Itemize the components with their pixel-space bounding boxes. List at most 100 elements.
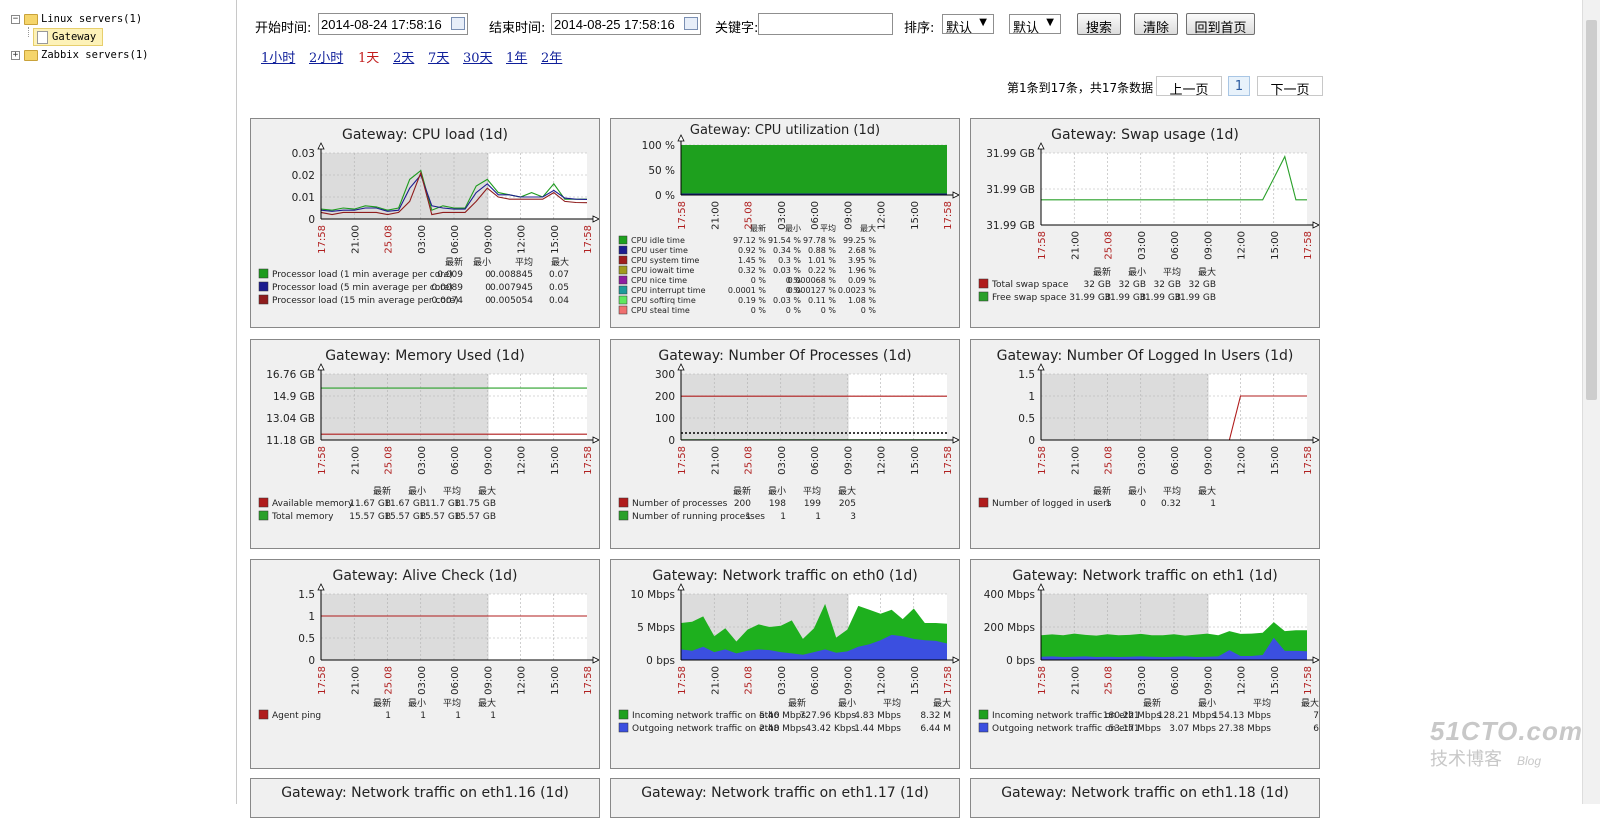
period-link-1d[interactable]: 1天 <box>358 47 379 66</box>
graph-panel-eth1-16[interactable]: Gateway: Network traffic on eth1.16 (1d) <box>250 778 600 818</box>
x-tick-label: 03:00 <box>777 446 788 475</box>
x-tick-label: 12:00 <box>517 446 528 475</box>
x-tick-label: 21:00 <box>1070 446 1081 475</box>
graph-panel[interactable]: Gateway: Number Of Logged In Users (1d) 1… <box>970 339 1320 549</box>
legend-swatch <box>978 497 989 508</box>
end-time-value: 2014-08-25 17:58:16 <box>554 17 675 32</box>
x-tick-label: 25.08 <box>1104 446 1115 475</box>
tree-label: Gateway <box>52 31 97 43</box>
x-tick-label: 03:00 <box>777 666 788 695</box>
scrollbar[interactable] <box>1582 0 1600 804</box>
graph-panel[interactable]: Gateway: CPU utilization (1d) 100 % 50 % 0 … <box>610 118 960 328</box>
x-tick-label: 12:00 <box>1237 231 1248 260</box>
axis-arrow <box>677 583 685 591</box>
x-tick-label: 17:58 <box>677 201 688 230</box>
x-tick-label: 15:00 <box>910 446 921 475</box>
x-tick-label: 03:00 <box>417 446 428 475</box>
x-tick-label: 17:58 <box>943 666 954 695</box>
start-time-input[interactable]: 2014-08-24 17:58:16 <box>318 13 468 35</box>
end-time-input[interactable]: 2014-08-25 17:58:16 <box>551 13 701 35</box>
axis-arrow <box>317 363 325 371</box>
graph-panel[interactable]: Gateway: Swap usage (1d) 31.99 GB 31.99 GB… <box>970 118 1320 328</box>
x-tick-label: 17:58 <box>583 666 594 695</box>
keyword-input[interactable] <box>758 13 893 35</box>
next-page-button[interactable]: 下一页 <box>1257 76 1323 98</box>
legend-stat-header: 最大 <box>860 223 876 233</box>
legend-stat-header: 最大 <box>1198 266 1216 278</box>
legend-stat-value: 1.01 % <box>808 256 836 265</box>
legend-stat-value: 0.008845 <box>490 270 533 280</box>
calendar-icon[interactable] <box>451 17 465 30</box>
legend-stat-value: 0.03 % <box>773 266 801 275</box>
watermark-sub: 技术博客 Blog <box>1430 745 1583 771</box>
period-link-30d[interactable]: 30天 <box>463 47 493 66</box>
graph-panel[interactable]: Gateway: Number Of Processes (1d) 300 200 1… <box>610 339 960 549</box>
clear-button[interactable]: 清除 <box>1134 13 1178 36</box>
legend-stat-value: 0 % <box>861 306 877 315</box>
legend-swatch <box>258 510 269 521</box>
x-tick-label: 17:58 <box>1037 446 1048 475</box>
x-tick-label: 17:58 <box>1303 231 1314 260</box>
y-tick-label: 0.02 <box>292 170 315 182</box>
legend-stat-value: 727.96 Kbps <box>800 711 857 721</box>
legend-swatch <box>618 235 628 245</box>
tree-item-selected[interactable]: Gateway <box>33 28 104 46</box>
y-tick-label: 1 <box>1028 391 1035 403</box>
period-link-2y[interactable]: 2年 <box>541 47 562 66</box>
graph-panel[interactable]: Gateway: Alive Check (1d) 1.5 1 0.5 0 17:58 21… <box>250 559 600 769</box>
legend-stat-value: 0.88 % <box>808 246 836 255</box>
sort-select-2[interactable]: 默认 ▼ <box>1009 14 1061 36</box>
scrollbar-thumb[interactable] <box>1586 20 1597 400</box>
legend-stat-header: 最大 <box>1198 485 1216 497</box>
legend-stat-value: 1.45 % <box>738 256 766 265</box>
legend-stat-value: 0.04 <box>549 296 569 306</box>
y-tick-label: 31.99 GB <box>986 148 1035 160</box>
x-tick-label: 09:00 <box>1203 231 1214 260</box>
page-number-1[interactable]: 1 <box>1228 76 1250 96</box>
period-link-2d[interactable]: 2天 <box>393 47 414 66</box>
period-link-2h[interactable]: 2小时 <box>309 47 343 66</box>
graph-panel-eth1-17[interactable]: Gateway: Network traffic on eth1.17 (1d) <box>610 778 960 818</box>
legend-stat-value: 1 <box>385 711 391 721</box>
legend-stat-header: 平均 <box>883 697 901 709</box>
legend-stat-value: 180.22 Mbps <box>1103 711 1162 721</box>
graph-panel[interactable]: Gateway: Network traffic on eth0 (1d) 10 … <box>610 559 960 769</box>
x-tick-label: 06:00 <box>1170 231 1181 260</box>
y-tick-label: 14.9 GB <box>273 391 315 403</box>
legend-label: Total memory <box>271 512 334 522</box>
tree-node-linux-servers[interactable]: − Linux servers(1) <box>11 11 142 27</box>
sort-select-1[interactable]: 默认 ▼ <box>942 14 994 36</box>
legend-stat-header: 最小 <box>838 698 856 709</box>
graph-panel-eth1-18[interactable]: Gateway: Network traffic on eth1.18 (1d) <box>970 778 1320 818</box>
collapse-icon[interactable]: − <box>11 14 20 24</box>
prev-page-button[interactable]: 上一页 <box>1156 76 1222 98</box>
tree-node-gateway[interactable]: Gateway <box>33 28 104 46</box>
search-button[interactable]: 搜索 <box>1077 13 1121 36</box>
legend-stat-value: 0.03 % <box>773 296 801 305</box>
graph-panel[interactable]: Gateway: CPU load (1d) 0.03 0.02 0.01 0 17:58… <box>250 118 600 328</box>
graph-panel[interactable]: Gateway: Network traffic on eth1 (1d) 400… <box>970 559 1320 769</box>
legend-stat-value: 8.32 M <box>920 711 951 721</box>
x-tick-label: 06:00 <box>450 446 461 475</box>
legend-stat-header: 最新 <box>1093 485 1111 497</box>
tree-node-zabbix-servers[interactable]: + Zabbix servers(1) <box>11 47 148 63</box>
legend-stat-header: 平均 <box>515 256 533 268</box>
x-tick-label: 21:00 <box>350 446 361 475</box>
legend-swatch <box>978 722 989 733</box>
period-link-1y[interactable]: 1年 <box>506 47 527 66</box>
period-link-7d[interactable]: 7天 <box>428 47 449 66</box>
calendar-icon[interactable] <box>684 17 698 30</box>
legend-stat-value: 7 <box>1313 711 1319 721</box>
axis-arrow <box>952 191 959 199</box>
legend-label: CPU system time <box>631 256 699 265</box>
expand-icon[interactable]: + <box>11 50 20 60</box>
legend-stat-value: 0 % <box>786 306 802 315</box>
graph-panel[interactable]: Gateway: Memory Used (1d) 16.76 GB 14.9 GB… <box>250 339 600 549</box>
legend-stat-value: 99.25 % <box>843 236 876 245</box>
x-tick-label: 17:58 <box>677 666 688 695</box>
legend-stat-value: 1 <box>455 711 461 721</box>
period-link-1h[interactable]: 1小时 <box>261 47 295 66</box>
back-home-button[interactable]: 回到首页 <box>1186 13 1255 36</box>
y-tick-label: 0 <box>308 214 315 226</box>
legend-label: CPU nice time <box>631 276 687 285</box>
